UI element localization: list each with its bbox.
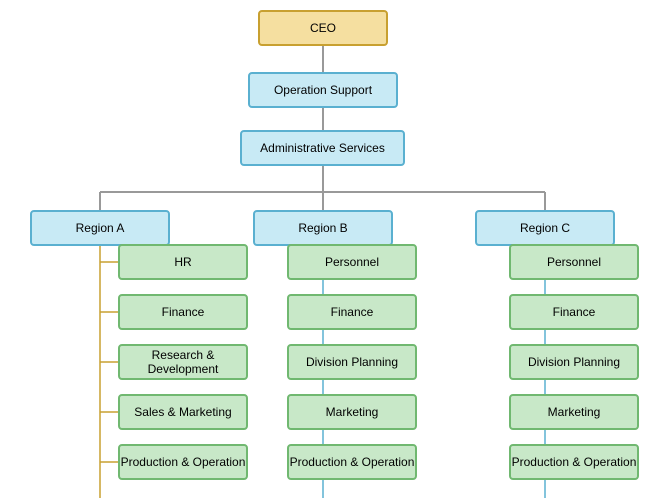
c-marketing-node: Marketing xyxy=(509,394,639,430)
c-marketing-label: Marketing xyxy=(548,405,601,419)
c-po-label: Production & Operation xyxy=(512,455,637,469)
admin-services-node: Administrative Services xyxy=(240,130,405,166)
b-personnel-label: Personnel xyxy=(325,255,379,269)
a-rd-node: Research & Development xyxy=(118,344,248,380)
c-po-node: Production & Operation xyxy=(509,444,639,480)
c-finance-node: Finance xyxy=(509,294,639,330)
b-personnel-node: Personnel xyxy=(287,244,417,280)
b-marketing-label: Marketing xyxy=(326,405,379,419)
b-po-node: Production & Operation xyxy=(287,444,417,480)
op-support-label: Operation Support xyxy=(274,83,372,97)
b-finance-node: Finance xyxy=(287,294,417,330)
ceo-node: CEO xyxy=(258,10,388,46)
region-a-node: Region A xyxy=(30,210,170,246)
region-c-node: Region C xyxy=(475,210,615,246)
b-dp-label: Division Planning xyxy=(306,355,398,369)
a-finance-label: Finance xyxy=(162,305,205,319)
region-b-label: Region B xyxy=(298,221,347,235)
a-sm-node: Sales & Marketing xyxy=(118,394,248,430)
a-hr-node: HR xyxy=(118,244,248,280)
c-personnel-label: Personnel xyxy=(547,255,601,269)
region-b-node: Region B xyxy=(253,210,393,246)
c-personnel-node: Personnel xyxy=(509,244,639,280)
org-chart: CEO Operation Support Administrative Ser… xyxy=(0,0,650,504)
a-hr-label: HR xyxy=(174,255,191,269)
a-rd-label: Research & Development xyxy=(120,348,246,376)
c-dp-label: Division Planning xyxy=(528,355,620,369)
ceo-label: CEO xyxy=(310,21,336,35)
b-finance-label: Finance xyxy=(331,305,374,319)
op-support-node: Operation Support xyxy=(248,72,398,108)
b-dp-node: Division Planning xyxy=(287,344,417,380)
a-po-label: Production & Operation xyxy=(121,455,246,469)
a-po-node: Production & Operation xyxy=(118,444,248,480)
b-marketing-node: Marketing xyxy=(287,394,417,430)
admin-services-label: Administrative Services xyxy=(260,141,385,155)
c-dp-node: Division Planning xyxy=(509,344,639,380)
region-c-label: Region C xyxy=(520,221,570,235)
a-sm-label: Sales & Marketing xyxy=(134,405,231,419)
region-a-label: Region A xyxy=(76,221,125,235)
a-finance-node: Finance xyxy=(118,294,248,330)
c-finance-label: Finance xyxy=(553,305,596,319)
b-po-label: Production & Operation xyxy=(290,455,415,469)
